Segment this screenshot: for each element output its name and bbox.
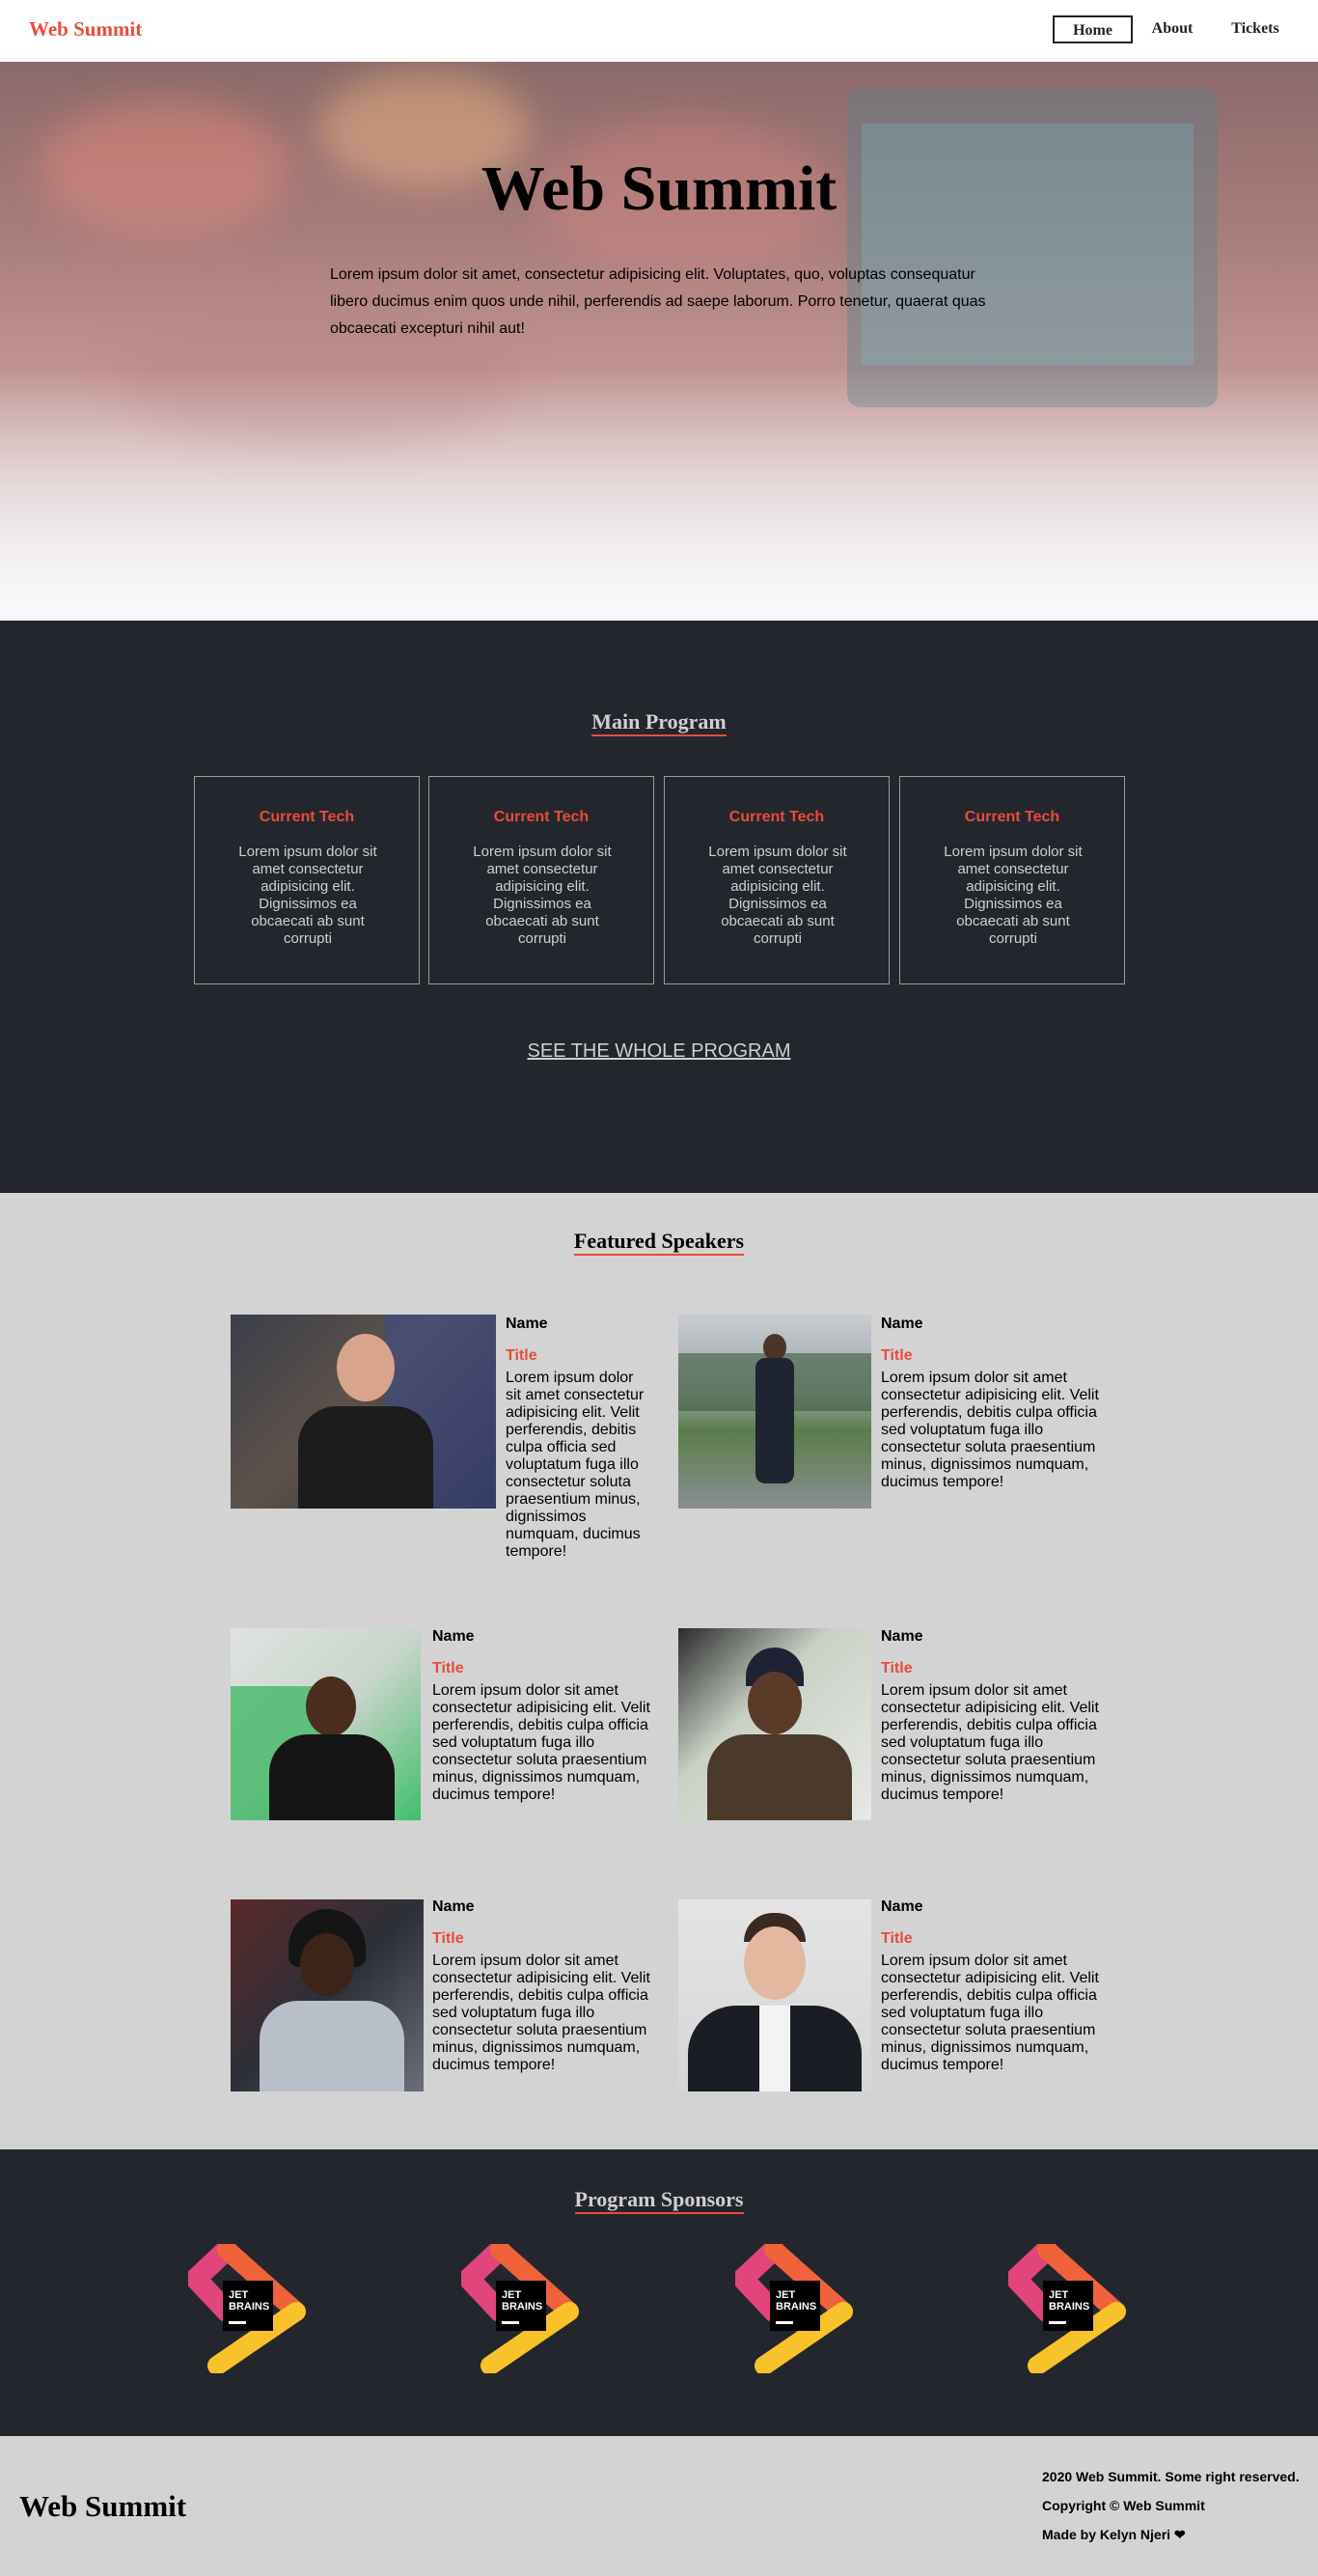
speaker-name: Name <box>881 1628 923 1645</box>
program-card: Current Tech Lorem ipsum dolor sit amet … <box>899 776 1125 984</box>
speaker-photo <box>678 1899 871 2091</box>
speaker-title: Title <box>881 1930 913 1947</box>
footer-logo: Web Summit <box>19 2489 187 2523</box>
footer-credit-text: Made by Kelyn Njeri ❤ <box>1042 2527 1186 2542</box>
footer: Web Summit 2020 Web Summit. Some right r… <box>0 2436 1318 2576</box>
program-card-text: Lorem ipsum dolor sit amet consectetur a… <box>708 844 847 947</box>
svg-text:JET: JET <box>1049 2289 1068 2301</box>
speaker-photo <box>231 1315 496 1509</box>
footer-rights-text: 2020 Web Summit. Some right reserved. <box>1042 2469 1300 2484</box>
main-program-title: Main Program <box>0 709 1318 736</box>
svg-text:BRAINS: BRAINS <box>776 2301 816 2313</box>
speaker-photo <box>678 1315 871 1509</box>
svg-text:BRAINS: BRAINS <box>1049 2301 1089 2313</box>
site-logo[interactable]: Web Summit <box>29 17 142 42</box>
main-program-section: Main Program Current Tech Lorem ipsum do… <box>0 621 1318 1193</box>
program-card-title: Current Tech <box>728 809 825 825</box>
speaker-photo <box>678 1628 871 1820</box>
speaker-bio: Lorem ipsum dolor sit amet consectetur a… <box>432 1682 650 1803</box>
speaker-name: Name <box>506 1316 548 1332</box>
jetbrains-logo[interactable]: JET BRAINS <box>732 2239 857 2375</box>
program-card-text: Lorem ipsum dolor sit amet consectetur a… <box>473 844 612 947</box>
hero-text: Lorem ipsum dolor sit amet, consectetur … <box>330 266 986 337</box>
speaker-photo <box>231 1628 421 1820</box>
speaker-bio: Lorem ipsum dolor sit amet consectetur a… <box>881 1370 1099 1490</box>
speaker-title: Title <box>881 1347 913 1364</box>
jetbrains-logo[interactable]: JET BRAINS <box>185 2239 310 2375</box>
program-sponsors-section: Program Sponsors JET BRAINS JET BRAINS J… <box>0 2149 1318 2436</box>
program-card: Current Tech Lorem ipsum dolor sit amet … <box>428 776 654 984</box>
svg-text:JET: JET <box>502 2289 521 2301</box>
speaker-bio: Lorem ipsum dolor sit amet consectetur a… <box>506 1370 645 1560</box>
speaker-title: Title <box>432 1660 464 1676</box>
top-navbar: Web Summit Home About Tickets <box>0 0 1318 62</box>
speaker-bio: Lorem ipsum dolor sit amet consectetur a… <box>881 1682 1099 1803</box>
speaker-title: Title <box>432 1930 464 1947</box>
program-card-title: Current Tech <box>964 809 1060 825</box>
jetbrains-logo[interactable]: JET BRAINS <box>458 2239 583 2375</box>
see-whole-program-link[interactable]: SEE THE WHOLE PROGRAM <box>0 1040 1318 1063</box>
speaker-photo <box>231 1899 424 2091</box>
speaker-bio: Lorem ipsum dolor sit amet consectetur a… <box>432 1953 650 2073</box>
nav-about-link[interactable]: About <box>1137 15 1208 43</box>
speaker-title: Title <box>881 1660 913 1676</box>
speaker-title: Title <box>506 1347 537 1364</box>
program-card-title: Current Tech <box>259 809 355 825</box>
svg-text:JET: JET <box>229 2289 248 2301</box>
featured-speakers-title: Featured Speakers <box>0 1229 1318 1256</box>
speaker-name: Name <box>432 1898 475 1915</box>
speaker-name: Name <box>432 1628 475 1645</box>
svg-text:BRAINS: BRAINS <box>502 2301 542 2313</box>
program-card: Current Tech Lorem ipsum dolor sit amet … <box>194 776 420 984</box>
footer-copyright-text: Copyright © Web Summit <box>1042 2498 1205 2513</box>
program-card-title: Current Tech <box>493 809 590 825</box>
program-card-text: Lorem ipsum dolor sit amet consectetur a… <box>944 844 1083 947</box>
nav-tickets-link[interactable]: Tickets <box>1218 15 1293 43</box>
speaker-name: Name <box>881 1316 923 1332</box>
svg-text:JET: JET <box>776 2289 795 2301</box>
svg-text:BRAINS: BRAINS <box>229 2301 269 2313</box>
nav-home-link[interactable]: Home <box>1053 15 1133 43</box>
hero-title: Web Summit <box>481 153 837 224</box>
jetbrains-logo[interactable]: JET BRAINS <box>1005 2239 1130 2375</box>
speaker-bio: Lorem ipsum dolor sit amet consectetur a… <box>881 1953 1099 2073</box>
speaker-name: Name <box>881 1898 923 1915</box>
program-card: Current Tech Lorem ipsum dolor sit amet … <box>664 776 890 984</box>
program-card-text: Lorem ipsum dolor sit amet consectetur a… <box>238 844 377 947</box>
program-sponsors-title: Program Sponsors <box>0 2187 1318 2214</box>
